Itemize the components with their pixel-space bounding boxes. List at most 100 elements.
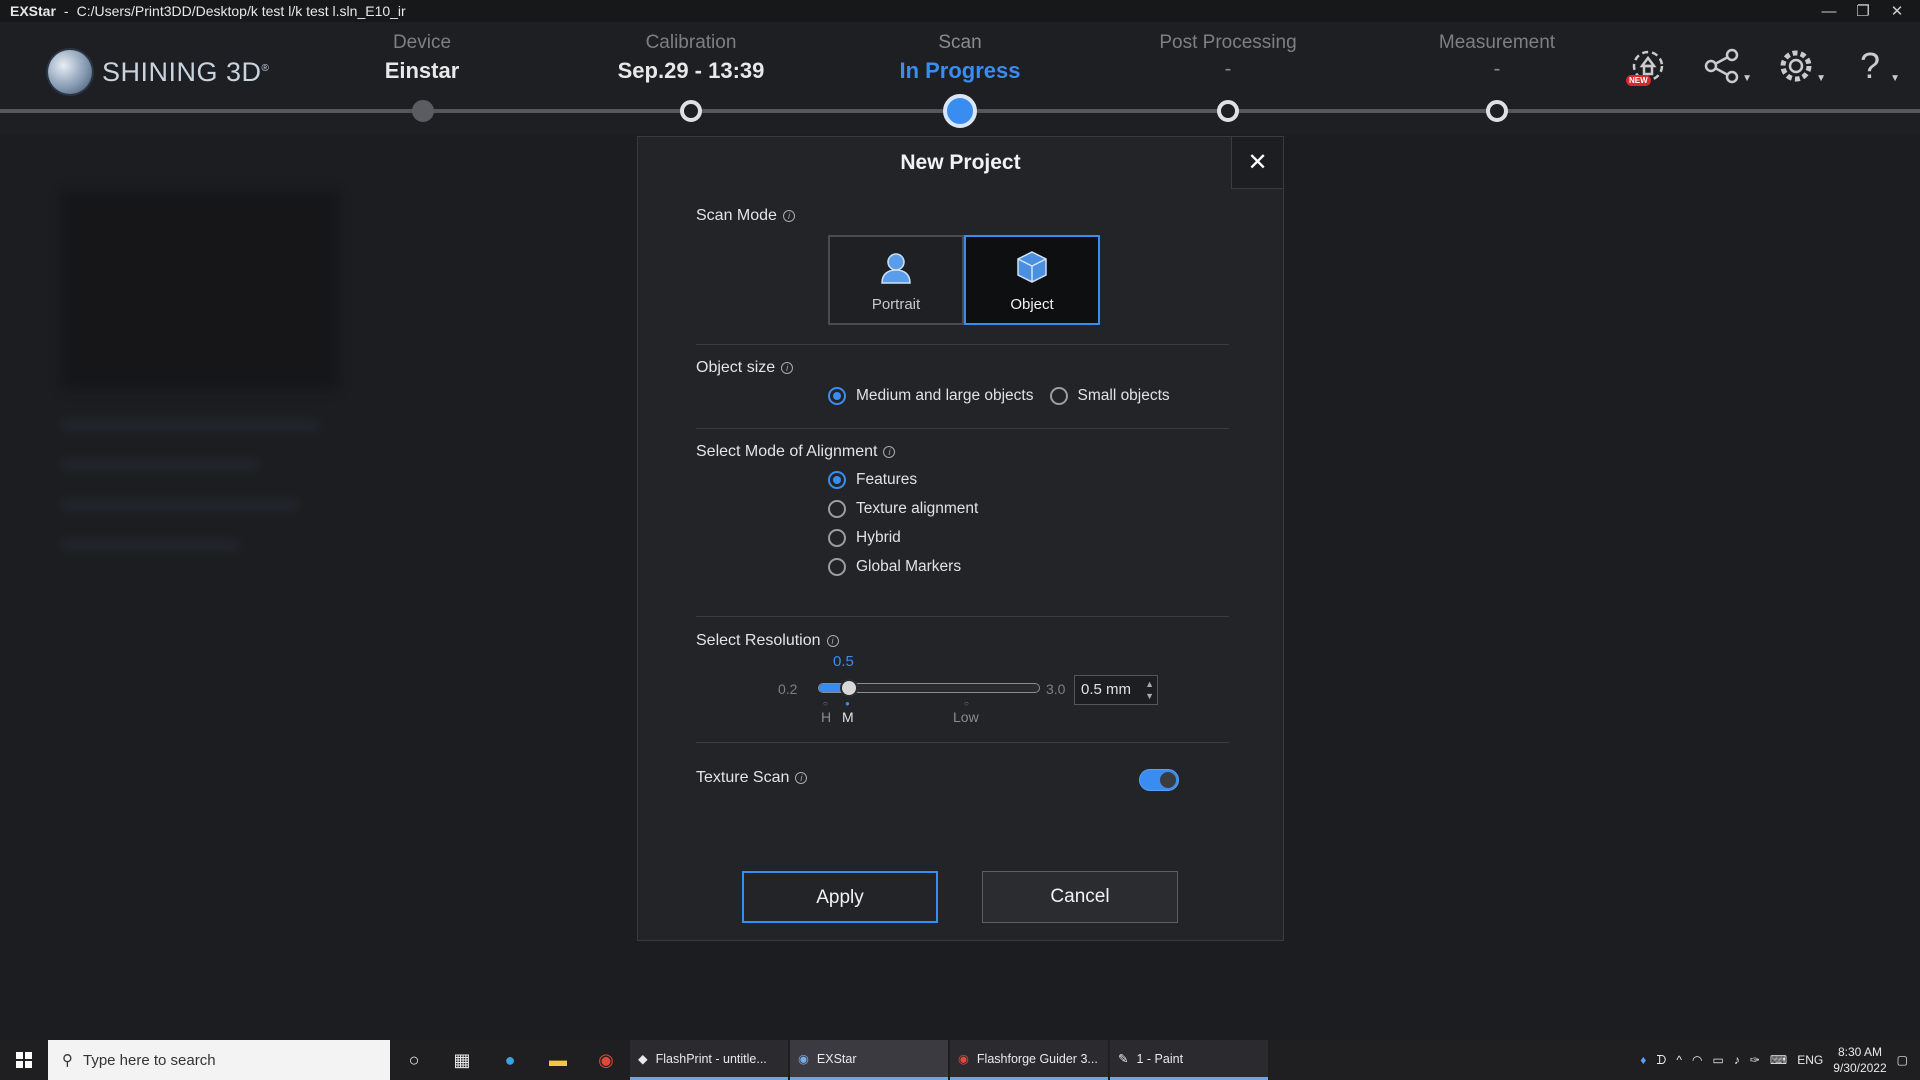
slider-thumb[interactable]	[839, 679, 858, 697]
info-icon[interactable]: i	[883, 446, 896, 458]
radio-button[interactable]	[828, 529, 846, 547]
share-icon[interactable]: ▼	[1700, 44, 1752, 88]
divider	[696, 428, 1229, 429]
flashprint-icon: ◆	[638, 1052, 648, 1066]
info-icon[interactable]: i	[795, 772, 808, 784]
scan-mode-object-label: Object	[1010, 296, 1054, 313]
step-node-calibration[interactable]	[680, 100, 702, 122]
scan-mode-object[interactable]: Object	[964, 235, 1100, 325]
toggle-knob	[1160, 772, 1176, 788]
dialog-close-button[interactable]: ✕	[1231, 137, 1283, 189]
task-view-icon[interactable]: ▦	[438, 1040, 486, 1080]
radio-button[interactable]	[828, 500, 846, 518]
scan-mode-selector: Portrait Object	[828, 235, 1100, 325]
resolution-slider-area: 0.5 0.2 3.0 0.5 mm ▲ ▼ ○ ● ○ H M Low	[746, 649, 1166, 725]
radio-button[interactable]	[828, 471, 846, 489]
update-icon[interactable]: NEW	[1626, 44, 1670, 88]
droplet-icon[interactable]: ♦	[1640, 1053, 1646, 1067]
pen-icon[interactable]: ✑	[1750, 1053, 1760, 1067]
scan-mode-portrait[interactable]: Portrait	[828, 235, 964, 325]
step-scan[interactable]: Scan In Progress	[860, 32, 1060, 84]
step-label: Calibration	[645, 32, 737, 53]
start-button[interactable]	[0, 1040, 48, 1080]
window-close-button[interactable]: ✕	[1880, 2, 1914, 20]
resolution-min: 0.2	[778, 681, 798, 697]
app-name: EXStar	[10, 3, 56, 19]
volume-icon[interactable]: ♪	[1734, 1053, 1740, 1067]
spin-arrows-icon[interactable]: ▲ ▼	[1145, 678, 1154, 702]
step-post-processing[interactable]: Post Processing -	[1128, 32, 1328, 81]
language-indicator[interactable]: ENG	[1797, 1053, 1823, 1067]
window-titlebar: EXStar - C:/Users/Print3DD/Desktop/k tes…	[0, 0, 1920, 22]
apply-button[interactable]: Apply	[742, 871, 938, 923]
meeting-icon[interactable]: ▭	[1713, 1053, 1724, 1067]
dialog-title: New Project	[900, 151, 1021, 174]
file-path: C:/Users/Print3DD/Desktop/k test l/k tes…	[76, 3, 406, 19]
resolution-max: 3.0	[1046, 681, 1066, 697]
clock[interactable]: 8:30 AM 9/30/2022	[1833, 1044, 1886, 1076]
alignment-hybrid[interactable]: Hybrid	[828, 529, 978, 547]
cancel-button[interactable]: Cancel	[982, 871, 1178, 923]
step-label: Device	[392, 32, 452, 53]
step-value: -	[1493, 58, 1501, 80]
notifications-icon[interactable]: ▢	[1897, 1053, 1908, 1067]
chrome-icon[interactable]: ◉	[582, 1040, 630, 1080]
step-label: Measurement	[1438, 32, 1556, 53]
network-icon[interactable]: ◠	[1692, 1053, 1702, 1067]
search-icon: ⚲	[62, 1052, 73, 1069]
step-device[interactable]: Device Einstar	[322, 32, 522, 84]
resolution-current-value: 0.5	[833, 653, 854, 670]
chevron-down-icon: ▼	[1890, 73, 1900, 84]
step-calibration[interactable]: Calibration Sep.29 - 13:39	[591, 32, 791, 84]
step-measurement[interactable]: Measurement -	[1397, 32, 1597, 81]
tray-app-icon[interactable]: ᗪ	[1656, 1053, 1666, 1068]
file-explorer-icon[interactable]: ▬	[534, 1040, 582, 1080]
cube-icon	[1017, 251, 1047, 283]
taskbar-search[interactable]: ⚲ Type here to search	[48, 1040, 390, 1080]
help-icon[interactable]: ? ▼	[1848, 44, 1900, 88]
step-node-scan[interactable]	[943, 94, 977, 128]
divider	[696, 742, 1229, 743]
info-icon[interactable]: i	[826, 635, 839, 647]
chrome-icon: ◉	[958, 1052, 969, 1066]
resolution-input[interactable]: 0.5 mm ▲ ▼	[1074, 675, 1158, 705]
title-separator: -	[63, 3, 69, 19]
step-label: Scan	[938, 32, 982, 53]
edge-icon[interactable]: ●	[486, 1040, 534, 1080]
minimize-button[interactable]: —	[1812, 3, 1846, 20]
alignment-global-markers[interactable]: Global Markers	[828, 558, 978, 576]
windows-taskbar: ⚲ Type here to search ○ ▦ ● ▬ ◉ ◆ FlashP…	[0, 1040, 1920, 1080]
radio-button[interactable]	[828, 558, 846, 576]
object-size-medium-large[interactable]: Medium and large objects	[828, 387, 1034, 405]
info-icon[interactable]: i	[781, 362, 794, 374]
object-size-small[interactable]: Small objects	[1049, 387, 1170, 405]
alignment-texture[interactable]: Texture alignment	[828, 500, 978, 518]
divider	[696, 344, 1229, 345]
object-size-label: Object size i	[696, 359, 794, 377]
radio-button[interactable]	[1049, 387, 1068, 405]
taskbar-app-exstar[interactable]: ◉ EXStar	[790, 1040, 948, 1080]
step-node-post-processing[interactable]	[1217, 100, 1239, 122]
taskbar-app-paint[interactable]: ✎ 1 - Paint	[1110, 1040, 1268, 1080]
new-badge: NEW	[1626, 75, 1651, 86]
radio-button[interactable]	[828, 387, 846, 405]
keyboard-icon[interactable]: ⌨	[1770, 1053, 1787, 1067]
chevron-down-icon: ▼	[1816, 73, 1826, 84]
step-node-measurement[interactable]	[1486, 100, 1508, 122]
search-placeholder: Type here to search	[83, 1051, 216, 1069]
texture-scan-toggle[interactable]	[1139, 769, 1179, 791]
resolution-slider[interactable]	[818, 679, 1040, 697]
chevron-up-icon[interactable]: ^	[1676, 1053, 1682, 1067]
mark-medium: M	[842, 709, 854, 725]
gear-icon[interactable]: ▼	[1774, 44, 1826, 88]
alignment-label: Select Mode of Alignment i	[696, 443, 896, 461]
windows-logo-icon	[16, 1052, 32, 1068]
exstar-icon: ◉	[798, 1052, 809, 1066]
taskbar-app-flashforge[interactable]: ◉ Flashforge Guider 3...	[950, 1040, 1108, 1080]
cortana-icon[interactable]: ○	[390, 1040, 438, 1080]
taskbar-app-flashprint[interactable]: ◆ FlashPrint - untitle...	[630, 1040, 788, 1080]
alignment-features[interactable]: Features	[828, 471, 978, 489]
step-node-device[interactable]	[412, 100, 434, 122]
info-icon[interactable]: i	[782, 210, 795, 222]
restore-button[interactable]: ❐	[1846, 2, 1880, 20]
